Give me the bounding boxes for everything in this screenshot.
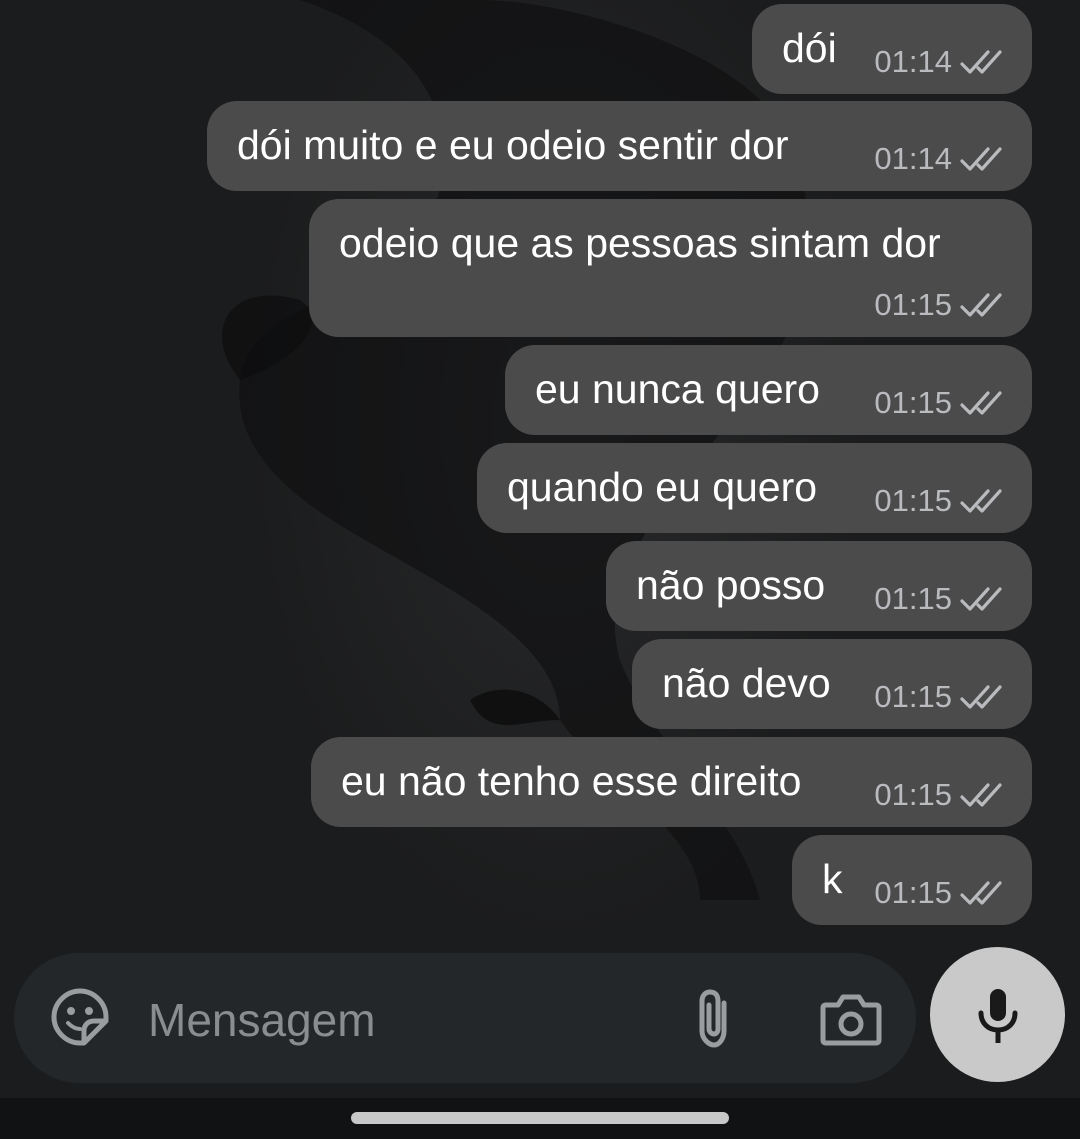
double-check-icon — [960, 50, 1002, 74]
message-bubble[interactable]: eu não tenho esse direito 01:15 — [311, 737, 1032, 827]
message-text: dói — [782, 25, 837, 71]
message-meta: 01:15 — [874, 873, 1006, 913]
message-text: odeio que as pessoas sintam dor — [339, 220, 941, 266]
message-bubble[interactable]: não devo 01:15 — [632, 639, 1032, 729]
double-check-icon — [960, 685, 1002, 709]
message-input-placeholder[interactable]: Mensagem — [148, 993, 376, 1047]
message-meta: 01:15 — [874, 481, 1006, 521]
double-check-icon — [960, 489, 1002, 513]
message-bubble[interactable]: não posso 01:15 — [606, 541, 1032, 631]
message-time: 01:14 — [874, 44, 952, 79]
message-bubble[interactable]: eu nunca quero 01:15 — [505, 345, 1032, 435]
message-time: 01:15 — [874, 875, 952, 910]
message-bubble[interactable]: dói muito e eu odeio sentir dor 01:14 — [207, 101, 1032, 191]
double-check-icon — [960, 293, 1002, 317]
message-meta: 01:14 — [874, 139, 1006, 179]
message-text: não posso — [636, 562, 826, 608]
message-text: não devo — [662, 660, 831, 706]
message-list[interactable]: dói 01:14 dói muito e eu odeio sentir do… — [0, 0, 1080, 940]
message-time: 01:15 — [874, 287, 952, 322]
message-meta: 01:15 — [874, 285, 1006, 325]
double-check-icon — [960, 391, 1002, 415]
message-bubble[interactable]: odeio que as pessoas sintam dor 01:15 — [309, 199, 1032, 337]
message-composer[interactable]: Mensagem — [14, 953, 916, 1083]
double-check-icon — [960, 881, 1002, 905]
message-text: dói muito e eu odeio sentir dor — [237, 122, 789, 168]
message-time: 01:15 — [874, 777, 952, 812]
message-meta: 01:15 — [874, 383, 1006, 423]
message-meta: 01:14 — [874, 42, 1006, 82]
message-time: 01:15 — [874, 385, 952, 420]
sticker-emoji-icon[interactable] — [50, 987, 110, 1047]
message-meta: 01:15 — [874, 677, 1006, 717]
message-text: k — [822, 856, 843, 902]
chat-screen: dói 01:14 dói muito e eu odeio sentir do… — [0, 0, 1080, 1139]
microphone-icon — [978, 989, 1018, 1043]
message-bubble[interactable]: quando eu quero 01:15 — [477, 443, 1032, 533]
voice-record-button[interactable] — [930, 947, 1065, 1082]
message-time: 01:14 — [874, 141, 952, 176]
message-bubble[interactable]: k 01:15 — [792, 835, 1032, 925]
message-text: eu não tenho esse direito — [341, 758, 802, 804]
message-time: 01:15 — [874, 679, 952, 714]
message-meta: 01:15 — [874, 579, 1006, 619]
double-check-icon — [960, 147, 1002, 171]
home-gesture-handle[interactable] — [351, 1112, 729, 1124]
double-check-icon — [960, 783, 1002, 807]
camera-icon[interactable] — [820, 991, 882, 1047]
message-text: quando eu quero — [507, 464, 818, 510]
message-time: 01:15 — [874, 581, 952, 616]
message-text: eu nunca quero — [535, 366, 820, 412]
message-meta: 01:15 — [874, 775, 1006, 815]
paperclip-icon[interactable] — [690, 987, 738, 1051]
message-bubble[interactable]: dói 01:14 — [752, 4, 1032, 94]
double-check-icon — [960, 587, 1002, 611]
message-time: 01:15 — [874, 483, 952, 518]
